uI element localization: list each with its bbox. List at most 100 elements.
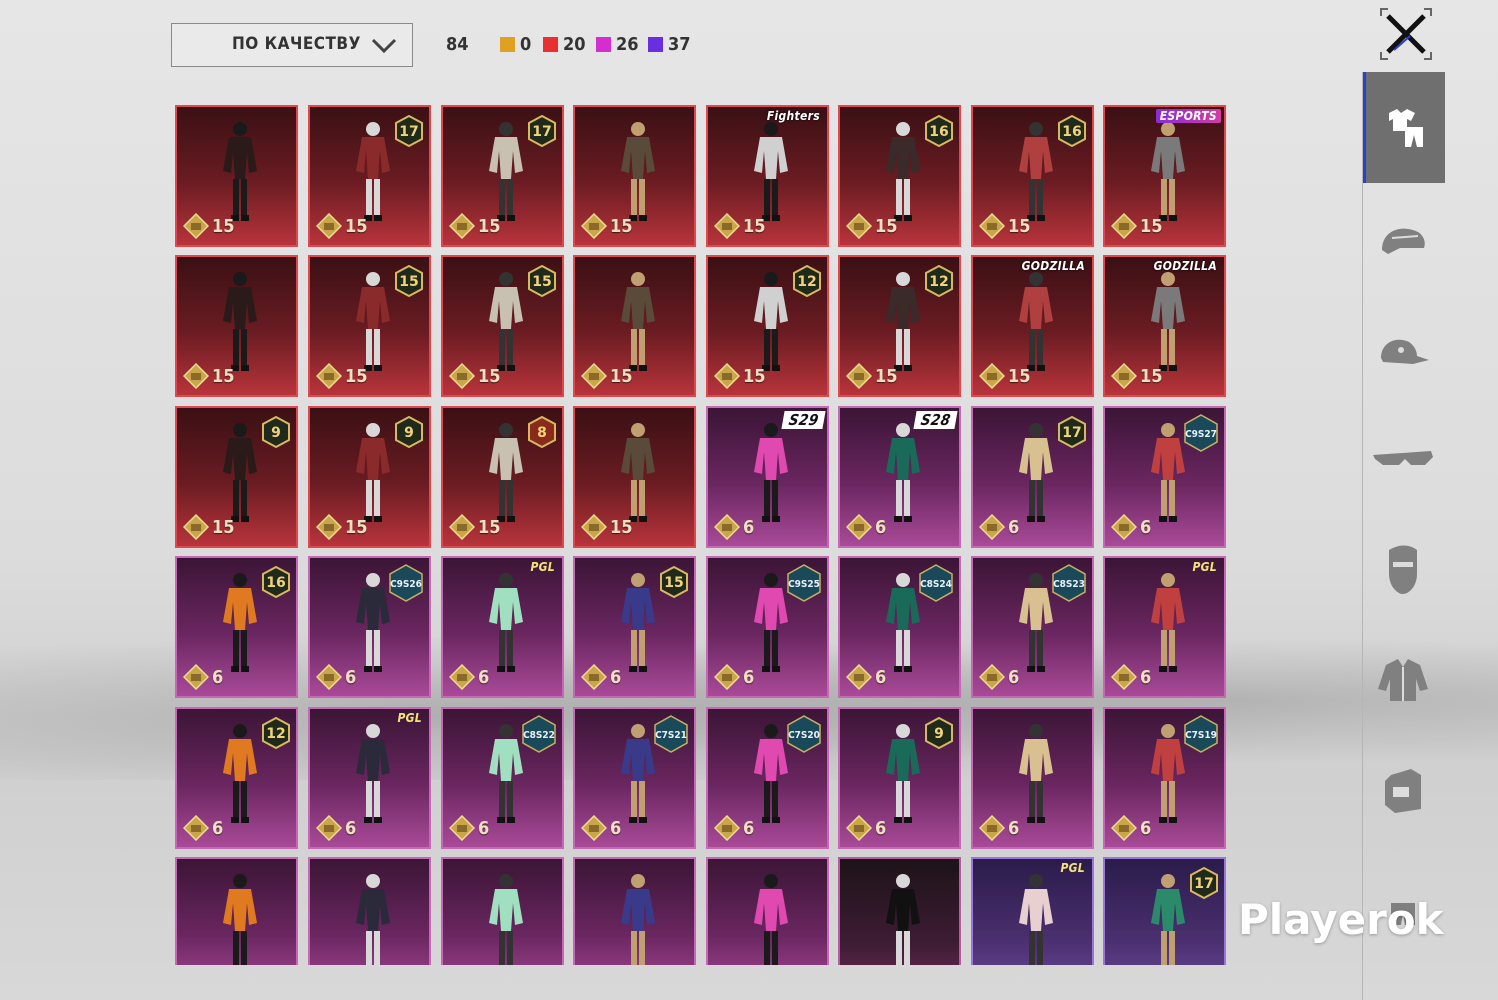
coin-icon	[316, 664, 342, 690]
coin-icon	[316, 815, 342, 841]
collab-tag: S29	[781, 411, 826, 429]
outfit-image	[471, 869, 541, 965]
outfit-card[interactable]: C7S21 6	[573, 707, 696, 849]
outfit-card[interactable]: 15	[573, 255, 696, 397]
coin-icon	[183, 363, 209, 389]
coin-icon	[581, 664, 607, 690]
close-button[interactable]	[1380, 8, 1432, 60]
price: 6	[183, 664, 223, 690]
outfit-card[interactable]: 9 15	[308, 406, 431, 548]
outfit-card[interactable]: 17 15	[308, 105, 431, 247]
svg-text:C9S25: C9S25	[788, 579, 820, 590]
coin-icon	[581, 213, 607, 239]
level-text: 15	[664, 575, 683, 591]
outfit-card[interactable]: C9S27 6	[1103, 406, 1226, 548]
outfit-card[interactable]: 16 15	[838, 105, 961, 247]
outfit-card[interactable]: 15 15	[308, 255, 431, 397]
outfit-card[interactable]: PGL 6	[308, 707, 431, 849]
rarity-count-violet: 37	[648, 34, 691, 55]
level-badge: 9	[261, 415, 291, 449]
coin-icon	[714, 514, 740, 540]
outfit-card[interactable]: 17	[1103, 857, 1226, 965]
outfit-card[interactable]: C8S22 6	[441, 707, 564, 849]
coin-icon	[449, 514, 475, 540]
outfit-card[interactable]: 15	[573, 105, 696, 247]
coin-icon	[846, 363, 872, 389]
price: 15	[449, 213, 501, 239]
outfit-card[interactable]: C7S19 6	[1103, 707, 1226, 849]
price: 6	[714, 664, 754, 690]
coin-icon	[846, 664, 872, 690]
chevron-down-icon	[370, 34, 398, 60]
price-value: 15	[478, 365, 501, 387]
backpack-icon	[1385, 769, 1421, 813]
svg-text:C9S26: C9S26	[390, 579, 422, 590]
outfit-card[interactable]: 17 6	[971, 406, 1094, 548]
outfit-card[interactable]: C9S26 6	[308, 556, 431, 698]
outfit-card[interactable]: 12 6	[175, 707, 298, 849]
tab-cap[interactable]	[1364, 300, 1442, 400]
price: 6	[979, 514, 1019, 540]
price-value: 15	[610, 365, 633, 387]
outfit-card[interactable]: 16 15	[971, 105, 1094, 247]
price: 15	[714, 213, 766, 239]
outfit-card[interactable]	[175, 857, 298, 965]
outfit-card[interactable]	[838, 857, 961, 965]
outfit-card[interactable]: C8S24 6	[838, 556, 961, 698]
outfit-card[interactable]: Fighters 15	[706, 105, 829, 247]
price-value: 6	[1140, 817, 1152, 839]
outfit-card[interactable]: 15 6	[573, 556, 696, 698]
outfit-card[interactable]: S28 6	[838, 406, 961, 548]
coin-icon	[581, 363, 607, 389]
price-value: 6	[345, 817, 357, 839]
outfit-card[interactable]: 12 15	[706, 255, 829, 397]
outfit-card[interactable]: 8 15	[441, 406, 564, 548]
outfit-card[interactable]: S29 6	[706, 406, 829, 548]
outfit-card[interactable]: C7S20 6	[706, 707, 829, 849]
outfit-card[interactable]: 96	[838, 707, 961, 849]
tab-helmet[interactable]	[1364, 190, 1442, 290]
rarity-count: 20	[563, 34, 586, 55]
season-badge: C9S27	[1183, 414, 1219, 456]
tab-glasses[interactable]	[1364, 410, 1442, 510]
outfit-card[interactable]: GODZILLA 15	[971, 255, 1094, 397]
outfit-card[interactable]: GODZILLA 15	[1103, 255, 1226, 397]
outfit-card[interactable]: C8S23 6	[971, 556, 1094, 698]
coin-icon	[1111, 213, 1137, 239]
outfit-card[interactable]: 15 15	[441, 255, 564, 397]
jacket-icon	[1378, 659, 1428, 701]
outfit-card[interactable]: PGL 6	[441, 556, 564, 698]
outfit-card[interactable]	[706, 857, 829, 965]
price-value: 15	[1008, 215, 1031, 237]
collab-tag: PGL	[397, 711, 422, 725]
coin-icon	[979, 514, 1005, 540]
rarity-count-red: 20	[543, 34, 586, 55]
tab-mask[interactable]	[1364, 520, 1442, 620]
tab-backpack[interactable]	[1364, 740, 1442, 840]
outfit-card[interactable]	[573, 857, 696, 965]
level-text: 12	[929, 274, 948, 290]
outfit-card[interactable]: 16 6	[175, 556, 298, 698]
outfit-card[interactable]: 15	[175, 255, 298, 397]
outfit-card[interactable]: C9S25 6	[706, 556, 829, 698]
outfit-card[interactable]	[441, 857, 564, 965]
price: 6	[1111, 664, 1151, 690]
outfit-card[interactable]: PGL 6	[1103, 556, 1226, 698]
outfit-card[interactable]: 15	[573, 406, 696, 548]
outfit-card[interactable]	[308, 857, 431, 965]
tab-outfit[interactable]	[1363, 72, 1445, 183]
frame-corner	[1380, 8, 1388, 16]
outfit-card[interactable]: 15	[175, 105, 298, 247]
outfit-card[interactable]: 12 15	[838, 255, 961, 397]
price-value: 15	[345, 215, 368, 237]
outfit-card[interactable]: 6	[971, 707, 1094, 849]
sort-dropdown[interactable]: ПО КАЧЕСТВУ	[171, 23, 413, 67]
outfit-card[interactable]: PGL	[971, 857, 1094, 965]
price-value: 6	[1008, 666, 1020, 688]
outfit-card[interactable]: ESPORTS 15	[1103, 105, 1226, 247]
outfit-card[interactable]: 9 15	[175, 406, 298, 548]
coin-icon	[449, 815, 475, 841]
price-value: 6	[345, 666, 357, 688]
tab-jacket[interactable]	[1364, 630, 1442, 730]
outfit-card[interactable]: 17 15	[441, 105, 564, 247]
